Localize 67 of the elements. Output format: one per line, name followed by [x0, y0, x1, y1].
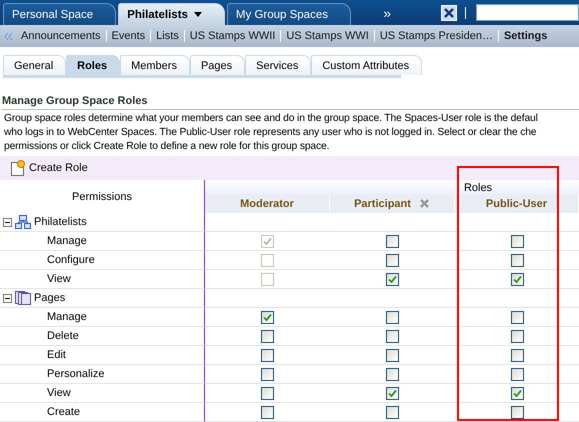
- page-link[interactable]: US Stamps WWII: [184, 30, 282, 42]
- group-name: Pages: [34, 292, 66, 304]
- checkbox[interactable]: [261, 406, 274, 418]
- checkbox[interactable]: [386, 386, 399, 400]
- permission-name: Create: [0, 403, 205, 422]
- page-link[interactable]: US Stamps Presiden…: [374, 30, 499, 42]
- pages-icon: [15, 291, 31, 305]
- space-tab[interactable]: Philatelists: [118, 3, 225, 25]
- settings-tab[interactable]: Custom Attributes: [311, 55, 422, 75]
- checkbox[interactable]: [386, 310, 399, 324]
- page-link[interactable]: Lists: [151, 30, 185, 42]
- checkbox[interactable]: [510, 348, 524, 362]
- checkbox[interactable]: [510, 406, 524, 418]
- group-icon: [15, 215, 31, 229]
- checkbox[interactable]: [510, 234, 524, 248]
- checkbox[interactable]: [386, 272, 399, 286]
- checkbox[interactable]: [510, 272, 524, 286]
- permission-name: Manage: [0, 308, 205, 327]
- checkbox[interactable]: [386, 234, 399, 248]
- group-name: Philatelists: [34, 216, 87, 228]
- checkbox[interactable]: [261, 310, 274, 324]
- permission-name: Manage: [0, 232, 205, 251]
- permission-name: Personalize: [0, 365, 205, 384]
- settings-tab[interactable]: Services: [245, 55, 312, 75]
- section-heading: Manage Group Space Roles: [2, 95, 579, 110]
- checkbox[interactable]: [510, 386, 524, 400]
- checkbox[interactable]: [510, 254, 524, 266]
- checkbox[interactable]: [510, 310, 524, 324]
- role-header: Public-User: [455, 194, 579, 213]
- permission-name: View: [0, 384, 205, 403]
- checkbox[interactable]: [386, 348, 399, 362]
- permission-name: Configure: [0, 251, 205, 270]
- checkbox[interactable]: [386, 254, 399, 266]
- collapse-icon[interactable]: [3, 218, 12, 226]
- caret-icon[interactable]: [194, 12, 202, 17]
- space-tab[interactable]: Personal Space: [3, 3, 116, 25]
- settings-tab[interactable]: General: [3, 55, 66, 75]
- page-link[interactable]: Settings: [498, 30, 552, 42]
- checkbox[interactable]: [510, 330, 524, 342]
- role-header: Participant: [330, 194, 455, 213]
- more-button[interactable]: »: [383, 4, 391, 20]
- create-role-button[interactable]: Create Role: [7, 160, 90, 176]
- roles-header: Roles: [205, 180, 579, 194]
- checkbox[interactable]: [386, 330, 399, 342]
- close-icon[interactable]: [441, 4, 457, 20]
- search-field[interactable]: [476, 4, 579, 21]
- settings-tab[interactable]: Pages: [190, 55, 246, 75]
- permission-name: View: [0, 270, 205, 289]
- checkbox[interactable]: [386, 368, 399, 380]
- settings-tab[interactable]: Members: [120, 55, 190, 75]
- page-link[interactable]: Events: [106, 30, 152, 42]
- page-link[interactable]: Announcements: [16, 30, 106, 42]
- space-tab[interactable]: My Group Spaces: [226, 3, 351, 25]
- checkbox[interactable]: [386, 406, 399, 418]
- page-link[interactable]: US Stamps WWI: [281, 30, 375, 42]
- checkbox[interactable]: [261, 368, 274, 380]
- description-text: Group space roles determine what your members can see and do in the group space. The Spaces-User role is the defaul who logs in to WebCenter Spaces. The Public-User role represents any user who is not logged in. Select or clear the che permissions or click Create Role to define a new role for this group space.: [3, 112, 539, 154]
- permission-name: Delete: [0, 327, 205, 346]
- role-header: Moderator: [205, 194, 330, 213]
- checkbox[interactable]: [261, 348, 274, 362]
- checkbox[interactable]: [510, 368, 524, 380]
- settings-tab[interactable]: Roles: [66, 55, 120, 75]
- checkbox[interactable]: [261, 330, 274, 342]
- new-document-icon: [9, 160, 26, 176]
- collapse-icon[interactable]: [3, 294, 12, 302]
- checkbox[interactable]: [261, 386, 274, 400]
- permission-name: Edit: [0, 346, 205, 365]
